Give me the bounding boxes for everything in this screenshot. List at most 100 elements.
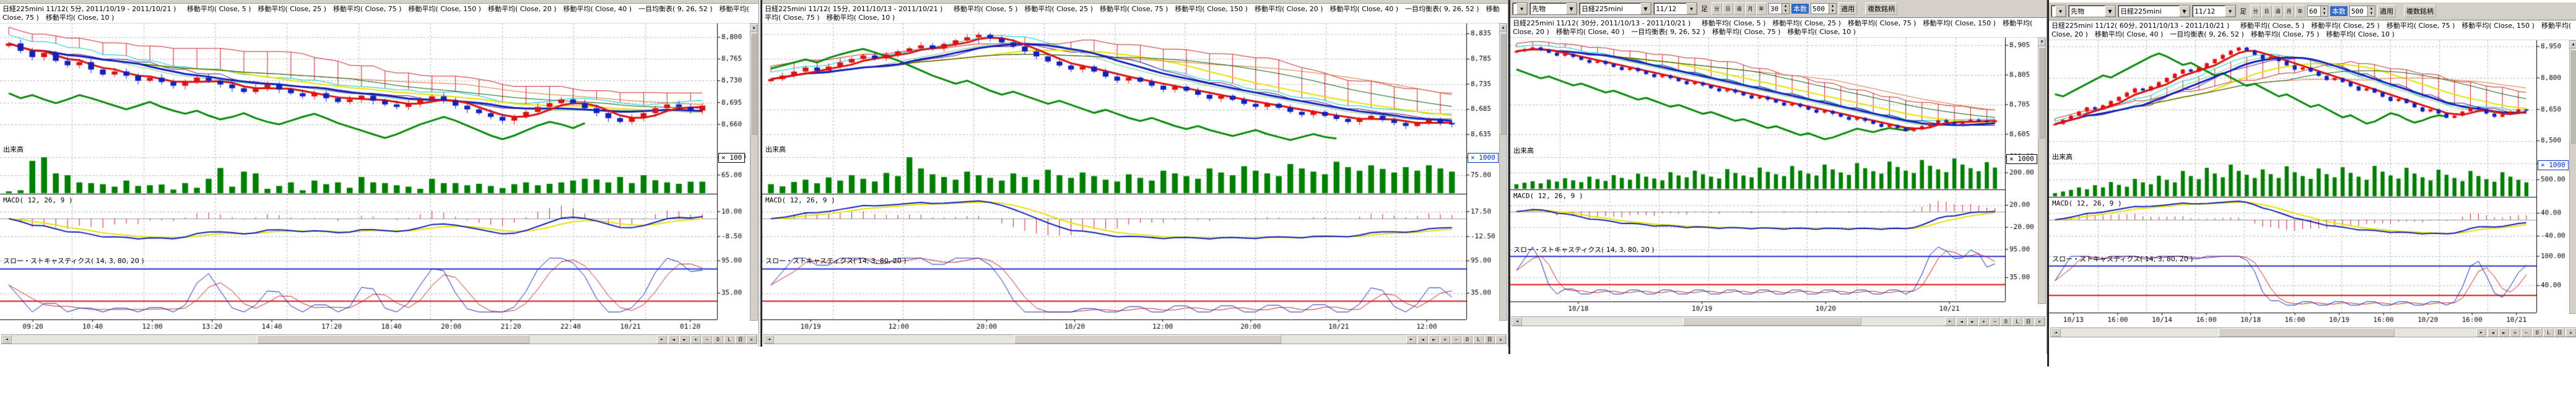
spinner-icon[interactable]: ▲▼	[2320, 6, 2328, 16]
multi-symbol-button[interactable]: 複数銘柄	[2404, 5, 2436, 17]
mini-dropdown[interactable]: ▼	[2051, 5, 2066, 17]
chart-tool-button-6[interactable]: 日	[1484, 335, 1495, 344]
scroll-left-icon[interactable]: ◄	[1512, 317, 1522, 326]
apply-button[interactable]: 適用	[1838, 2, 1857, 15]
period-button-0[interactable]: 分	[1712, 2, 1722, 15]
chart-tool-button-5[interactable]: L	[724, 335, 734, 344]
hscroll-track[interactable]	[12, 335, 657, 344]
scroll-up-icon[interactable]: ▼	[2039, 38, 2045, 46]
scroll-left-icon[interactable]: ◄	[2051, 328, 2061, 337]
instrument-dropdown[interactable]: 日経225mini▼	[1579, 2, 1651, 15]
period-button-2[interactable]: 週	[2273, 5, 2283, 17]
price-chart-canvas[interactable]	[762, 24, 1497, 333]
category-dropdown[interactable]: 先物▼	[2068, 5, 2116, 17]
chart-tool-button-1[interactable]: ►	[679, 335, 690, 344]
scroll-right-icon[interactable]: ►	[1406, 335, 1416, 344]
chart-tool-button-7[interactable]: ✕	[1495, 335, 1506, 344]
period-button-0[interactable]: 分	[2250, 5, 2261, 17]
chart-tool-button-6[interactable]: 日	[735, 335, 746, 344]
vertical-scrollbar[interactable]: ▼	[2038, 38, 2046, 304]
chart-tool-button-3[interactable]: −	[2521, 328, 2531, 337]
horizontal-scrollbar[interactable]: ◄ ► ◄►+−DL日✕	[1, 334, 757, 344]
chart-tool-button-2[interactable]: +	[1978, 317, 1989, 326]
chart-tool-button-3[interactable]: −	[1451, 335, 1461, 344]
vertical-scrollbar[interactable]: ▲	[2569, 40, 2576, 314]
chart-tool-button-7[interactable]: ✕	[746, 335, 757, 344]
price-chart-canvas[interactable]	[1510, 38, 2036, 315]
chevron-down-icon[interactable]: ▼	[2179, 6, 2190, 17]
period-button-4[interactable]: 年	[1756, 2, 1767, 15]
vertical-scrollbar[interactable]: ▲	[750, 24, 758, 321]
period-button-1[interactable]: 日	[1723, 2, 1733, 15]
chart-tool-button-6[interactable]: 日	[2554, 328, 2565, 337]
scroll-right-icon[interactable]: ►	[2476, 328, 2486, 337]
hscroll-track[interactable]	[1522, 317, 1945, 326]
chart-tool-button-2[interactable]: +	[1440, 335, 1450, 344]
period-button-3[interactable]: 月	[2284, 5, 2294, 17]
apply-button[interactable]: 適用	[2377, 5, 2396, 17]
contract-dropdown[interactable]: 11/12▼	[2192, 5, 2236, 17]
horizontal-scroll-thumb[interactable]	[1683, 317, 1862, 326]
count-input[interactable]: 500▲▼	[1811, 3, 1837, 14]
instrument-dropdown[interactable]: 日経225mini▼	[2118, 5, 2190, 17]
hscroll-track[interactable]	[774, 335, 1406, 344]
scroll-right-icon[interactable]: ►	[657, 335, 667, 344]
multi-symbol-button[interactable]: 複数銘柄	[1865, 2, 1897, 15]
chart-tool-button-5[interactable]: L	[1473, 335, 1484, 344]
chart-tool-button-4[interactable]: D	[2532, 328, 2543, 337]
chart-tool-button-3[interactable]: −	[1990, 317, 2000, 326]
minute-input[interactable]: 60▲▼	[2307, 6, 2328, 17]
vertical-scroll-thumb[interactable]	[2039, 47, 2045, 139]
chart-tool-button-3[interactable]: −	[702, 335, 712, 344]
scroll-up-icon[interactable]: ▲	[1500, 24, 1507, 32]
chart-tool-button-1[interactable]: ►	[2499, 328, 2509, 337]
period-button-2[interactable]: 週	[1734, 2, 1744, 15]
mini-dropdown[interactable]: ▼	[1512, 2, 1528, 15]
scroll-right-icon[interactable]: ►	[1945, 317, 1955, 326]
chart-tool-button-0[interactable]: ◄	[1417, 335, 1428, 344]
chart-tool-button-4[interactable]: D	[1462, 335, 1473, 344]
minute-input[interactable]: 30▲▼	[1769, 3, 1790, 14]
vertical-scroll-thumb[interactable]	[1500, 33, 1507, 135]
spinner-icon[interactable]: ▲▼	[2367, 6, 2375, 16]
chart-tool-button-0[interactable]: ◄	[668, 335, 679, 344]
chart-tool-button-6[interactable]: 日	[2023, 317, 2034, 326]
chevron-down-icon[interactable]: ▼	[2225, 6, 2235, 17]
chart-tool-button-4[interactable]: D	[713, 335, 723, 344]
chevron-down-icon[interactable]: ▼	[1686, 3, 1697, 14]
chart-tool-button-7[interactable]: ✕	[2565, 328, 2576, 337]
chart-tool-button-2[interactable]: +	[690, 335, 701, 344]
chevron-down-icon[interactable]: ▼	[2105, 6, 2115, 17]
horizontal-scroll-thumb[interactable]	[2219, 328, 2395, 337]
chart-tool-button-5[interactable]: L	[2012, 317, 2022, 326]
period-button-3[interactable]: 月	[1745, 2, 1756, 15]
vertical-scrollbar[interactable]: ▲	[1499, 24, 1507, 321]
category-dropdown[interactable]: 先物▼	[1530, 2, 1577, 15]
chart-tool-button-1[interactable]: ►	[1967, 317, 1978, 326]
scroll-left-icon[interactable]: ◄	[764, 335, 774, 344]
horizontal-scrollbar[interactable]: ◄ ► ◄►+−DL日✕	[764, 334, 1507, 344]
horizontal-scrollbar[interactable]: ◄ ► ◄►+−DL日✕	[2050, 327, 2576, 337]
price-chart-canvas[interactable]	[2049, 40, 2567, 326]
vertical-scroll-thumb[interactable]	[2570, 50, 2576, 144]
scroll-left-icon[interactable]: ◄	[2, 335, 12, 344]
vertical-scroll-thumb[interactable]	[751, 33, 757, 135]
scroll-up-icon[interactable]: ▲	[2570, 41, 2576, 48]
chart-tool-button-1[interactable]: ►	[1429, 335, 1439, 344]
chart-tool-button-4[interactable]: D	[2001, 317, 2011, 326]
chevron-down-icon[interactable]: ▼	[2055, 6, 2066, 17]
price-chart-canvas[interactable]	[0, 24, 748, 333]
hscroll-track[interactable]	[2061, 328, 2476, 337]
chevron-down-icon[interactable]: ▼	[1640, 3, 1651, 14]
horizontal-scrollbar[interactable]: ◄ ► ◄►+−DL日✕	[1512, 316, 2045, 326]
chart-tool-button-7[interactable]: ✕	[2034, 317, 2045, 326]
chart-tool-button-2[interactable]: +	[2510, 328, 2520, 337]
spinner-icon[interactable]: ▲▼	[1829, 4, 1836, 14]
horizontal-scroll-thumb[interactable]	[257, 335, 529, 344]
scroll-up-icon[interactable]: ▲	[751, 24, 757, 32]
period-button-4[interactable]: 年	[2295, 5, 2305, 17]
chevron-down-icon[interactable]: ▼	[1566, 3, 1577, 14]
period-button-1[interactable]: 日	[2261, 5, 2272, 17]
chevron-down-icon[interactable]: ▼	[1516, 3, 1527, 14]
chart-tool-button-5[interactable]: L	[2543, 328, 2554, 337]
